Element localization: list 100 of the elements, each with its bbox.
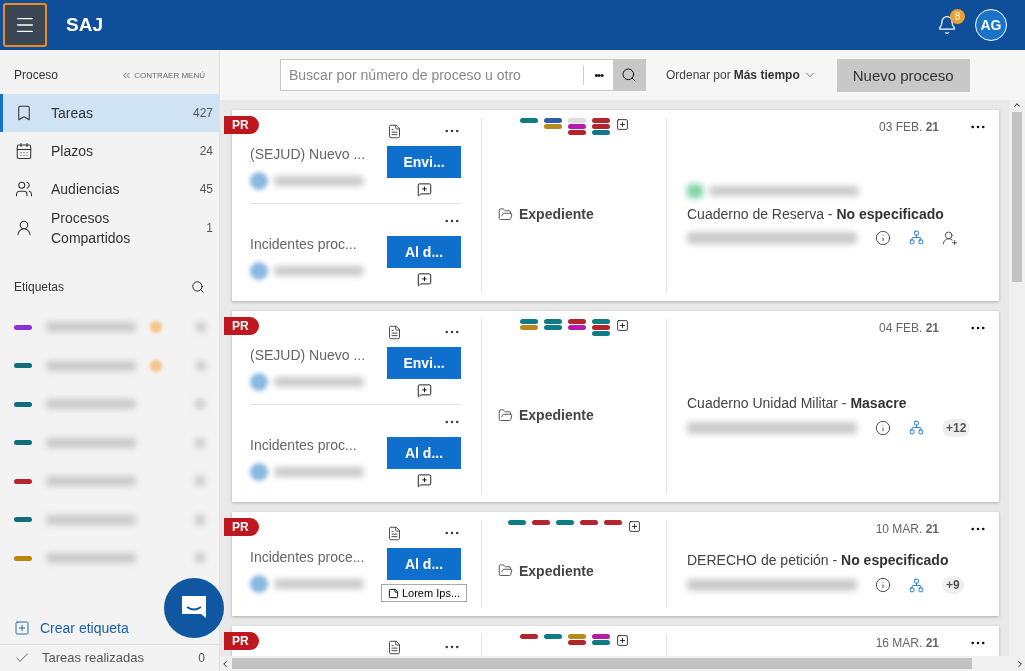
tag-stripe[interactable] (519, 319, 538, 324)
tag-stripe[interactable] (543, 325, 562, 330)
hierarchy-icon[interactable] (909, 230, 924, 245)
tag-stripe[interactable] (591, 331, 610, 336)
priority-badge: PR (224, 518, 259, 536)
tag-stripe[interactable] (591, 124, 610, 129)
tag-stripe[interactable] (567, 124, 586, 129)
tag-stripe[interactable] (519, 118, 538, 123)
hierarchy-icon[interactable] (909, 420, 924, 435)
tag-stripe[interactable] (543, 634, 562, 639)
search-icon[interactable] (191, 280, 205, 294)
folder-icon (498, 206, 513, 222)
tag-stripe[interactable] (591, 634, 610, 639)
people-icon (15, 180, 33, 198)
blurred-avatar (250, 261, 268, 280)
case-title: Cuaderno Unidad Militar - Masacre (687, 394, 908, 411)
task-title: Incidentes proc... (250, 235, 358, 252)
chevron-up-icon[interactable] (1012, 100, 1022, 110)
info-icon[interactable] (875, 577, 891, 593)
nav-item[interactable]: Tareas 427 (0, 94, 219, 132)
new-process-button[interactable]: Nuevo proceso (836, 58, 970, 92)
folder-link[interactable]: Expediente (498, 206, 594, 222)
vertical-scrollbar[interactable] (1009, 100, 1025, 656)
document-icon[interactable] (387, 123, 402, 139)
tag-stripe[interactable] (543, 118, 562, 123)
folder-link[interactable]: Expediente (498, 407, 594, 423)
task-title: Incidentes proce... (250, 549, 366, 565)
nav-item[interactable]: Procesos Compartidos 1 (0, 208, 219, 248)
tag-stripe[interactable] (567, 325, 586, 330)
more-count[interactable]: +12 (942, 418, 971, 437)
blurred-avatar (687, 183, 703, 198)
search-field[interactable]: Buscar por número de proceso u otro ••• (280, 59, 646, 91)
done-tasks-link[interactable]: Tareas realizadas (42, 649, 199, 667)
chevron-right-icon[interactable] (1015, 658, 1025, 669)
tag-stripe[interactable] (591, 130, 610, 135)
blurred-avatar (250, 575, 268, 593)
tag-stripe[interactable] (531, 520, 550, 525)
tag-stripe[interactable] (567, 130, 586, 135)
tag-stripe[interactable] (543, 124, 562, 129)
note-plus-icon[interactable] (416, 383, 432, 398)
scrollbar-thumb[interactable] (1012, 112, 1022, 282)
tag-stripe[interactable] (519, 634, 538, 639)
note-plus-icon[interactable] (416, 182, 432, 197)
note-plus-icon[interactable] (416, 272, 432, 287)
sort-dropdown[interactable]: Ordenar por Más tiempo (660, 67, 823, 83)
collapse-menu-button[interactable]: CONTRAER MENÚ (121, 69, 205, 81)
menu-button[interactable] (3, 3, 47, 47)
folder-link[interactable]: Expediente (498, 562, 594, 579)
tag-plus-icon[interactable] (627, 520, 641, 533)
tag-stripe[interactable] (519, 325, 538, 330)
tag-stripe[interactable] (567, 634, 586, 639)
date-text: 03 FEB. 21 (878, 120, 939, 134)
tag-stripe[interactable] (591, 319, 610, 324)
tag-stripe[interactable] (603, 520, 622, 525)
tag-stripe[interactable] (543, 319, 562, 324)
tag-stripe[interactable] (555, 520, 574, 525)
tag-stripe[interactable] (567, 640, 586, 645)
nav-item[interactable]: Plazos 24 (0, 132, 219, 170)
task-action-button[interactable]: Al d... (387, 437, 461, 469)
tag-stripe[interactable] (591, 325, 610, 330)
user-avatar[interactable]: AG (975, 9, 1007, 41)
tag-stripe[interactable] (567, 319, 586, 324)
tag-plus-icon[interactable] (615, 118, 629, 131)
note-icon (387, 587, 399, 599)
task-action-button[interactable]: Al d... (387, 548, 461, 580)
priority-badge: PR (224, 116, 259, 134)
tag-stripe[interactable] (579, 520, 598, 525)
priority-badge: PR (224, 632, 259, 650)
date-text: 16 MAR. 21 (875, 636, 939, 650)
more-count[interactable]: +9 (942, 576, 964, 594)
nav-item[interactable]: Audiencias 45 (0, 170, 219, 208)
info-icon[interactable] (875, 229, 891, 246)
section-title: Etiquetas (14, 280, 65, 294)
document-icon[interactable] (387, 324, 402, 340)
note-plus-icon[interactable] (416, 473, 432, 488)
done-count: 0 (198, 651, 205, 665)
scrollbar-thumb[interactable] (232, 658, 972, 669)
task-action-button[interactable]: Envi... (387, 347, 461, 379)
search-button[interactable] (613, 60, 645, 90)
note-button[interactable]: Lorem Ips... (380, 584, 468, 602)
task-title: Incidentes proc... (250, 436, 358, 453)
tag-stripe[interactable] (591, 640, 610, 645)
hierarchy-icon[interactable] (909, 577, 924, 593)
priority-badge: PR (224, 317, 259, 335)
tag-stripe[interactable] (507, 520, 526, 525)
blurred-count (195, 399, 205, 410)
tag-plus-icon[interactable] (615, 319, 629, 332)
chevron-left-icon[interactable] (220, 658, 230, 669)
create-label-link[interactable]: Crear etiqueta (0, 612, 143, 644)
document-icon[interactable] (387, 525, 402, 541)
bell-icon (937, 15, 957, 35)
blurred-avatar (250, 462, 268, 481)
info-icon[interactable] (875, 419, 891, 436)
task-action-button[interactable]: Envi... (387, 146, 461, 178)
person-plus-icon[interactable] (942, 229, 958, 246)
tag-plus-icon[interactable] (615, 634, 629, 647)
document-icon[interactable] (387, 639, 402, 655)
tag-stripe[interactable] (591, 118, 610, 123)
task-action-button[interactable]: Al d... (387, 236, 461, 268)
horizontal-scrollbar[interactable] (220, 656, 1025, 671)
